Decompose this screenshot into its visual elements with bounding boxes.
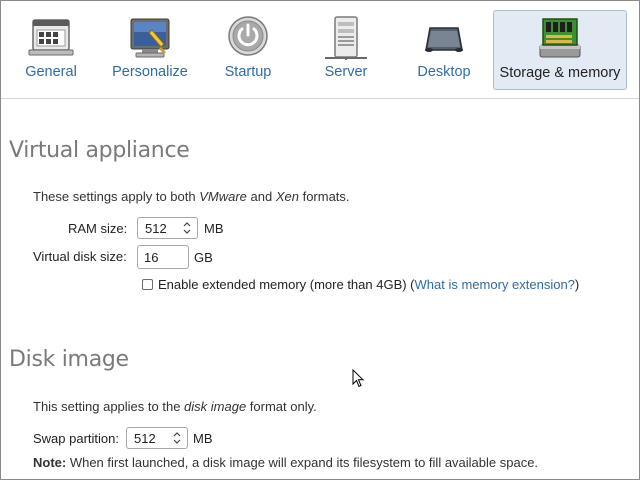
- mouse-pointer-icon: [352, 369, 364, 388]
- tab-personalize-label: Personalize: [112, 64, 188, 80]
- desktop-icon: [425, 27, 463, 52]
- extended-memory-row: Enable extended memory (more than 4GB) (…: [158, 277, 579, 292]
- power-icon: [228, 16, 268, 56]
- tab-personalize[interactable]: Personalize: [104, 10, 196, 90]
- disk-image-intro: This setting applies to the disk image f…: [33, 399, 317, 414]
- tab-general[interactable]: General: [6, 10, 96, 90]
- category-toolbar: General Personalize Startup Server Deskt…: [1, 1, 639, 99]
- virtual-appliance-heading: Virtual appliance: [9, 138, 190, 163]
- tab-server-label: Server: [324, 64, 368, 80]
- disk-intro-em: disk image: [184, 399, 247, 414]
- ram-size-unit: MB: [204, 221, 224, 236]
- tab-startup-label: Startup: [224, 64, 272, 80]
- server-icon: [325, 16, 367, 60]
- intro-prefix: These settings apply to both: [33, 189, 200, 204]
- extended-memory-checkbox[interactable]: [142, 279, 153, 290]
- swap-partition-spinner[interactable]: 512: [126, 427, 188, 449]
- swap-partition-unit: MB: [193, 431, 213, 446]
- virtual-disk-size-unit: GB: [194, 250, 213, 265]
- disk-intro-prefix: This setting applies to the: [33, 399, 185, 414]
- tab-desktop[interactable]: Desktop: [399, 10, 489, 90]
- general-settings-icon: [28, 19, 74, 56]
- ram-size-spinner[interactable]: 512: [137, 217, 198, 239]
- virtual-disk-size-input[interactable]: 16: [137, 245, 189, 269]
- tab-desktop-label: Desktop: [417, 64, 471, 80]
- personalize-icon: [130, 18, 170, 58]
- ram-size-value: 512: [145, 221, 167, 236]
- virtual-disk-size-label: Virtual disk size:: [33, 249, 127, 264]
- spinner-arrows-icon[interactable]: [183, 221, 191, 235]
- extended-memory-close: ): [574, 277, 580, 292]
- disk-image-heading: Disk image: [9, 347, 129, 372]
- intro-xen: Xen: [275, 189, 299, 204]
- tab-general-label: General: [25, 64, 77, 80]
- spinner-arrows-icon[interactable]: [173, 431, 181, 445]
- intro-vmware: VMware: [199, 189, 247, 204]
- disk-image-note: Note: When first launched, a disk image …: [33, 455, 538, 470]
- tab-server[interactable]: Server: [301, 10, 391, 90]
- note-label: Note:: [33, 455, 67, 470]
- tab-storage-memory[interactable]: Storage & memory: [493, 10, 627, 90]
- intro-and: and: [246, 189, 276, 204]
- intro-suffix: formats.: [298, 189, 350, 204]
- extended-memory-label[interactable]: Enable extended memory (more than 4GB) (: [158, 277, 415, 292]
- swap-partition-value: 512: [134, 431, 156, 446]
- disk-intro-suffix: format only.: [246, 399, 317, 414]
- virtual-appliance-intro: These settings apply to both VMware and …: [33, 189, 350, 204]
- swap-partition-label: Swap partition:: [33, 431, 119, 446]
- memory-extension-help-link[interactable]: What is memory extension?: [415, 277, 575, 292]
- tab-startup[interactable]: Startup: [206, 10, 290, 90]
- memory-chip-icon: [539, 18, 581, 58]
- ram-size-label: RAM size:: [68, 221, 128, 236]
- settings-window: General Personalize Startup Server Deskt…: [0, 0, 640, 480]
- tab-storage-memory-label: Storage & memory: [499, 65, 621, 81]
- virtual-disk-size-value: 16: [144, 250, 159, 265]
- note-text: When first launched, a disk image will e…: [66, 455, 539, 470]
